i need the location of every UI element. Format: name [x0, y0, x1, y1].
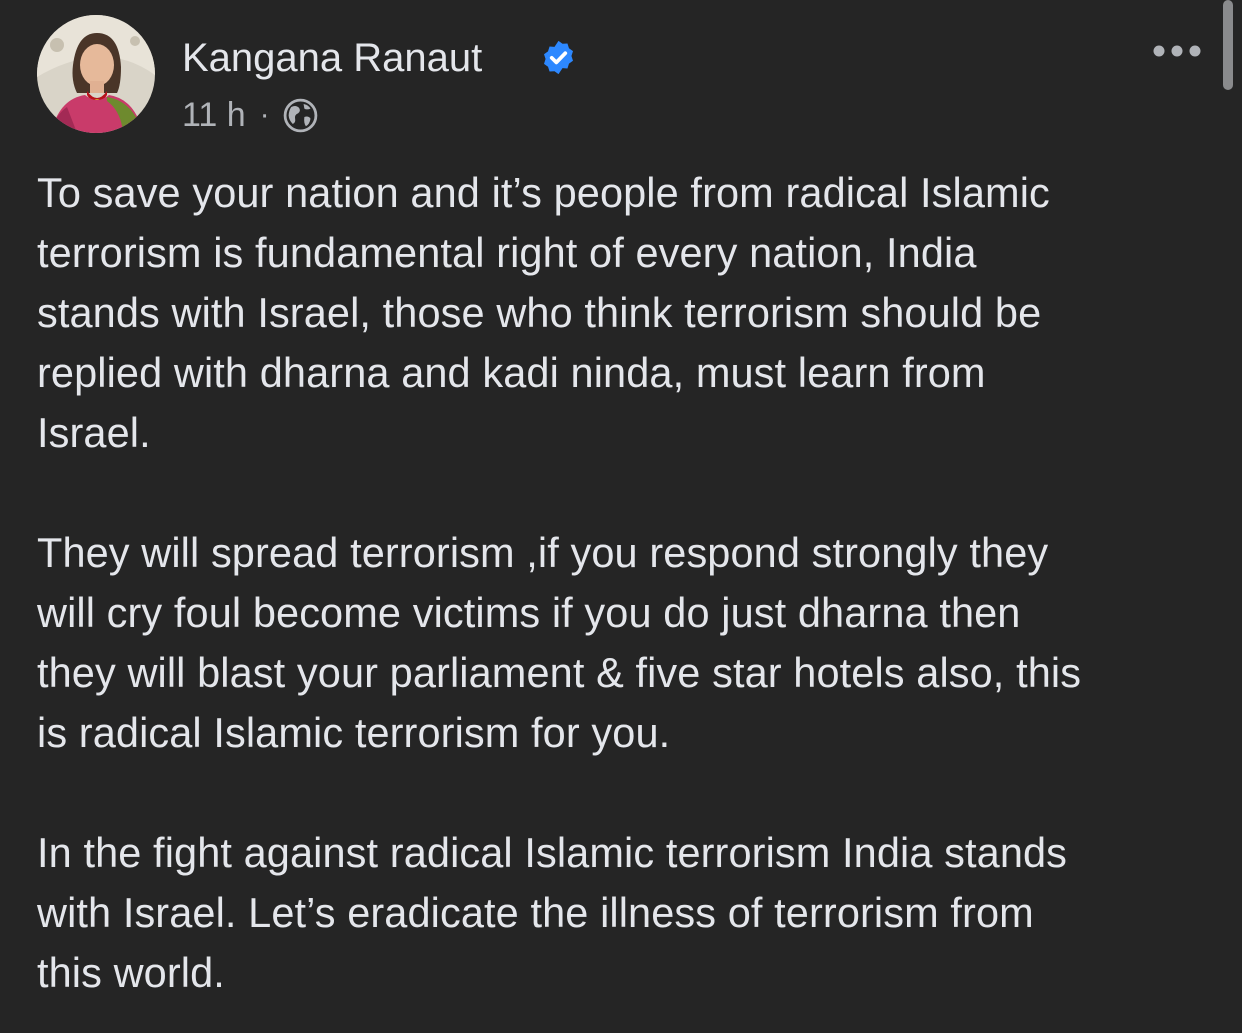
post-timestamp[interactable]: 11 h	[182, 95, 246, 135]
author-name[interactable]: Kangana Ranaut	[182, 34, 482, 82]
post-paragraph: In the fight against radical Islamic ter…	[37, 829, 1068, 996]
facebook-post: Kangana Ranaut 11 h · To save your natio…	[0, 0, 1242, 1033]
avatar[interactable]	[37, 15, 155, 133]
more-options-icon[interactable]	[1148, 36, 1206, 66]
post-paragraph: To save your nation and it’s people from…	[37, 169, 1050, 456]
meta-separator: ·	[259, 98, 270, 131]
scrollbar[interactable]	[1223, 0, 1233, 90]
post-paragraph: They will spread terrorism ,if you respo…	[37, 529, 1082, 756]
post-body: To save your nation and it’s people from…	[37, 163, 1217, 1033]
globe-icon[interactable]	[282, 97, 319, 134]
verified-badge-icon	[544, 40, 573, 75]
profile-photo-icon	[37, 15, 155, 133]
post-meta: 11 h ·	[182, 95, 319, 135]
